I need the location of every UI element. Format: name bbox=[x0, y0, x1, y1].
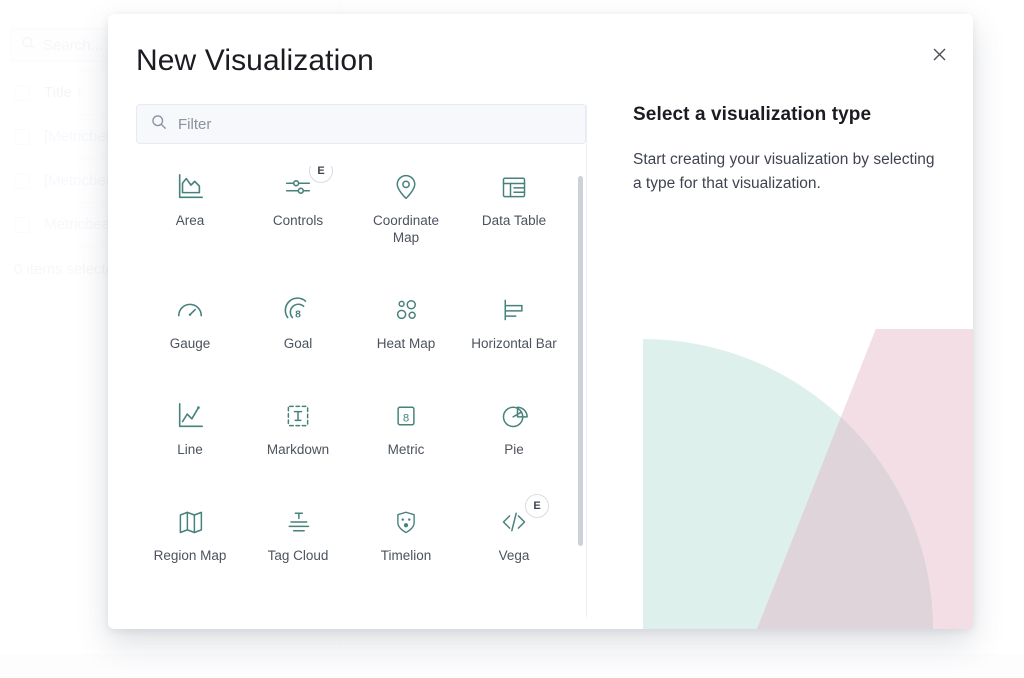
visualization-type-label: Region Map bbox=[153, 547, 227, 563]
visualization-type-label: Tag Cloud bbox=[267, 547, 329, 563]
visualization-type-grid: Area E Controls Coordinate Map Data Table Gau… bbox=[136, 166, 568, 568]
code-brackets-icon: E bbox=[491, 493, 549, 539]
filter-field[interactable] bbox=[136, 104, 586, 144]
visualization-type-area[interactable]: Area bbox=[136, 166, 244, 251]
visualization-type-panel: Area E Controls Coordinate Map Data Table Gau… bbox=[136, 104, 586, 617]
experimental-badge: E bbox=[309, 166, 333, 183]
visualization-type-markdown[interactable]: Markdown bbox=[244, 395, 352, 463]
table-icon bbox=[491, 170, 537, 204]
detail-heading: Select a visualization type bbox=[633, 104, 872, 125]
visualization-type-label: Vega bbox=[498, 547, 530, 563]
region-map-icon bbox=[167, 505, 213, 539]
visualization-detail-panel: Select a visualization type Start creati… bbox=[587, 104, 945, 617]
visualization-type-coordinate-map[interactable]: Coordinate Map bbox=[352, 166, 460, 251]
visualization-type-label: Gauge bbox=[169, 335, 211, 351]
area-chart-icon bbox=[167, 170, 213, 204]
visualization-type-label: Line bbox=[177, 441, 203, 457]
tag-cloud-icon bbox=[275, 505, 321, 539]
visualization-type-horizontal-bar[interactable]: Horizontal Bar bbox=[460, 289, 568, 357]
visualization-type-label: Controls bbox=[272, 213, 324, 228]
detail-body-text: Start creating your visualization by sel… bbox=[633, 151, 935, 193]
visualization-type-label: Heat Map bbox=[376, 335, 436, 351]
visualization-type-vega[interactable]: E Vega bbox=[460, 493, 568, 569]
svg-text:8: 8 bbox=[403, 412, 409, 424]
visualization-type-timelion[interactable]: Timelion bbox=[352, 501, 460, 569]
visualization-type-gauge[interactable]: Gauge bbox=[136, 289, 244, 357]
type-grid-scrollbar[interactable] bbox=[577, 166, 584, 617]
visualization-type-label: Area bbox=[175, 213, 205, 228]
visualization-type-label: Pie bbox=[504, 441, 524, 457]
svg-text:8: 8 bbox=[295, 309, 301, 320]
visualization-type-label: Metric bbox=[387, 441, 425, 457]
visualization-type-tag-cloud[interactable]: Tag Cloud bbox=[244, 501, 352, 569]
modal-title: New Visualization bbox=[136, 44, 374, 77]
line-chart-icon bbox=[167, 399, 213, 433]
experimental-badge: E bbox=[525, 493, 549, 518]
search-icon bbox=[151, 114, 167, 135]
visualization-type-line[interactable]: Line bbox=[136, 395, 244, 463]
type-grid-scrollbar-thumb[interactable] bbox=[578, 176, 583, 546]
pie-chart-icon bbox=[491, 399, 537, 433]
map-pin-icon bbox=[383, 170, 429, 204]
visualization-type-label: Coordinate Map bbox=[372, 213, 440, 245]
filter-input[interactable] bbox=[178, 115, 571, 133]
goal-icon: 8 bbox=[275, 293, 321, 327]
modal-body: Area E Controls Coordinate Map Data Table Gau… bbox=[108, 78, 973, 617]
visualization-type-heat-map[interactable]: Heat Map bbox=[352, 289, 460, 357]
close-icon[interactable] bbox=[925, 40, 953, 68]
horizontal-bar-icon bbox=[491, 293, 537, 327]
visualization-type-region-map[interactable]: Region Map bbox=[136, 501, 244, 569]
gauge-icon bbox=[167, 293, 213, 327]
visualization-type-label: Horizontal Bar bbox=[471, 335, 557, 351]
timelion-icon bbox=[383, 505, 429, 539]
visualization-type-pie[interactable]: Pie bbox=[460, 395, 568, 463]
visualization-type-data-table[interactable]: Data Table bbox=[460, 166, 568, 251]
visualization-type-label: Markdown bbox=[266, 441, 330, 457]
visualization-type-label: Data Table bbox=[481, 213, 547, 228]
visualization-type-label: Goal bbox=[283, 335, 313, 351]
metric-icon: 8 bbox=[383, 399, 429, 433]
visualization-type-controls[interactable]: E Controls bbox=[244, 166, 352, 251]
visualization-type-metric[interactable]: 8 Metric bbox=[352, 395, 460, 463]
type-grid-scroll-area[interactable]: Area E Controls Coordinate Map Data Table Gau… bbox=[136, 166, 586, 617]
heat-map-icon bbox=[383, 293, 429, 327]
page-root: Search... Title ↑ [Metricbeat System] Ho… bbox=[0, 0, 1024, 678]
visualization-type-label: Timelion bbox=[380, 547, 432, 563]
visualization-type-goal[interactable]: 8 Goal bbox=[244, 289, 352, 357]
sliders-icon: E bbox=[275, 166, 333, 204]
markdown-icon bbox=[275, 399, 321, 433]
new-visualization-modal: New Visualization Area E Controls Coordinat… bbox=[108, 14, 973, 629]
